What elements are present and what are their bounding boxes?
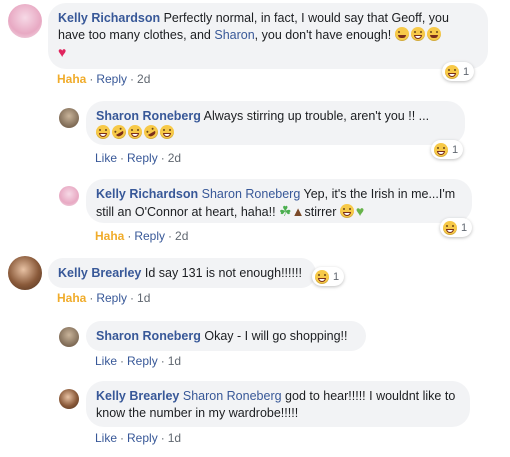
comment-text: Always stirring up trouble, aren't you !…: [200, 109, 430, 123]
timestamp[interactable]: 2d: [168, 151, 181, 165]
smiling-face-icon: [426, 27, 441, 41]
green-heart-icon: ♥: [355, 203, 365, 219]
reaction-count: 1: [333, 270, 340, 283]
comment-text: Okay - I will go shopping!!: [200, 329, 348, 343]
avatar[interactable]: [59, 186, 79, 206]
comment-actions: Haha · Reply · 2d: [95, 229, 189, 243]
reaction-summary[interactable]: 1: [431, 140, 464, 159]
rofl-face-icon: [109, 122, 129, 142]
laughing-face-icon: [128, 125, 142, 139]
rofl-face-icon: [141, 122, 161, 142]
comment-text: stirrer: [304, 205, 340, 219]
laughing-face-icon: [96, 125, 110, 139]
mention-link[interactable]: Sharon: [214, 28, 254, 42]
haha-reaction-link[interactable]: Haha: [57, 72, 86, 86]
comment-author[interactable]: Kelly Richardson: [58, 11, 160, 25]
reply-link[interactable]: Reply: [96, 72, 127, 86]
avatar[interactable]: [59, 389, 79, 409]
haha-reaction-link[interactable]: Haha: [95, 229, 124, 243]
mention-link[interactable]: Sharon Roneberg: [183, 389, 282, 403]
mention-link[interactable]: Sharon Roneberg: [202, 187, 301, 201]
haha-reaction-icon: [434, 142, 448, 157]
laughing-face-icon: [339, 204, 354, 218]
laughing-face-icon: [160, 125, 174, 139]
avatar[interactable]: [8, 4, 42, 38]
reaction-count: 1: [461, 221, 468, 234]
comment-bubble: Sharon Roneberg Okay - I will go shoppin…: [86, 321, 366, 351]
timestamp[interactable]: 2d: [175, 229, 188, 243]
laughing-face-icon: [410, 27, 425, 41]
comment-bubble: Kelly Richardson Sharon Roneberg Yep, it…: [86, 179, 472, 223]
reaction-count: 1: [463, 65, 470, 78]
reply-link[interactable]: Reply: [127, 431, 158, 445]
haha-reaction-icon: [315, 269, 329, 284]
comment-bubble: Sharon Roneberg Always stirring up troub…: [86, 101, 465, 145]
comment-bubble: Kelly Richardson Perfectly normal, in fa…: [48, 3, 488, 69]
haha-reaction-link[interactable]: Haha: [57, 291, 86, 305]
comment-actions: Haha · Reply · 2d: [57, 72, 151, 86]
avatar[interactable]: [59, 108, 79, 128]
timestamp[interactable]: 1d: [168, 354, 181, 368]
reply-link[interactable]: Reply: [127, 354, 158, 368]
comment-actions: Like · Reply · 2d: [95, 151, 182, 165]
like-link[interactable]: Like: [95, 151, 117, 165]
comment-bubble: Kelly Brearley Id say 131 is not enough!…: [48, 258, 316, 288]
poop-icon: ▲: [291, 204, 305, 219]
comment-author[interactable]: Kelly Brearley: [58, 266, 141, 280]
heart-icon: ♥: [58, 44, 67, 60]
reply-link[interactable]: Reply: [96, 291, 127, 305]
like-link[interactable]: Like: [95, 354, 117, 368]
reply-link[interactable]: Reply: [127, 151, 158, 165]
reaction-summary[interactable]: 1: [442, 62, 475, 81]
reply-link[interactable]: Reply: [134, 229, 165, 243]
shamrock-icon: ☘: [279, 203, 292, 219]
reaction-summary[interactable]: 1: [440, 218, 473, 237]
reaction-summary[interactable]: 1: [312, 267, 345, 286]
comment-actions: Like · Reply · 1d: [95, 354, 182, 368]
comment-author[interactable]: Sharon Roneberg: [96, 329, 201, 343]
comment-bubble: Kelly Brearley Sharon Roneberg god to he…: [86, 381, 470, 427]
comment-actions: Haha · Reply · 1d: [57, 291, 151, 305]
timestamp[interactable]: 2d: [137, 72, 150, 86]
comment-author[interactable]: Kelly Richardson: [96, 187, 198, 201]
avatar[interactable]: [59, 327, 79, 347]
timestamp[interactable]: 1d: [137, 291, 150, 305]
avatar[interactable]: [8, 256, 42, 290]
comment-text: , you don't have enough!: [254, 28, 395, 42]
comment-author[interactable]: Kelly Brearley: [96, 389, 179, 403]
winking-face-icon: [394, 27, 409, 41]
haha-reaction-icon: [445, 64, 459, 79]
reaction-count: 1: [452, 143, 459, 156]
comment-actions: Like · Reply · 1d: [95, 431, 182, 445]
timestamp[interactable]: 1d: [168, 431, 181, 445]
haha-reaction-icon: [443, 220, 457, 235]
like-link[interactable]: Like: [95, 431, 117, 445]
comment-author[interactable]: Sharon Roneberg: [96, 109, 201, 123]
comment-text: Id say 131 is not enough!!!!!!: [141, 266, 302, 280]
